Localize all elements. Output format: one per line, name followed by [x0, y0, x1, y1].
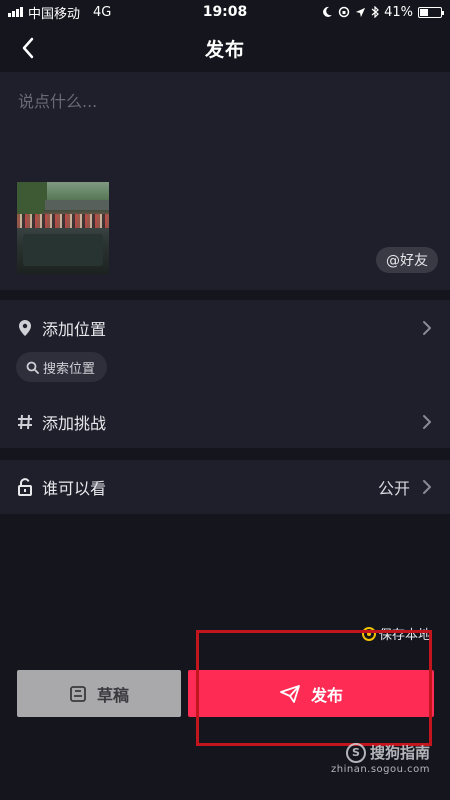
caption-input[interactable]: 说点什么...: [18, 88, 97, 112]
add-challenge-label: 添加挑战: [42, 414, 107, 433]
publish-button[interactable]: 发布: [188, 670, 434, 717]
draft-box-icon: [70, 685, 86, 702]
video-thumbnail[interactable]: [17, 182, 109, 274]
thumbnail-roof: [45, 200, 109, 210]
thumbnail-crowd: [17, 214, 109, 228]
draft-button[interactable]: 草稿: [17, 670, 181, 717]
caption-panel: 说点什么... @好友: [0, 72, 450, 290]
add-location-label: 添加位置: [42, 320, 107, 339]
status-left: 中国移动 4G: [8, 3, 111, 22]
watermark: S 搜狗指南 zhinan.sogou.com: [331, 742, 430, 775]
draft-label: 草稿: [96, 685, 129, 705]
thumbnail-pool: [23, 234, 103, 266]
search-location-label: 搜索位置: [43, 361, 96, 377]
watermark-brand-row: S 搜狗指南: [331, 742, 430, 763]
chevron-right-icon: [423, 321, 431, 335]
page-title: 发布: [204, 38, 245, 61]
watermark-url: zhinan.sogou.com: [330, 764, 430, 775]
signal-icon: [8, 7, 23, 17]
status-right: 41%: [321, 4, 444, 20]
save-local-toggle[interactable]: 保存本地: [362, 624, 431, 643]
network-label: 4G: [93, 4, 112, 20]
battery-percent: 41%: [384, 4, 413, 20]
privacy-panel[interactable]: 谁可以看 公开: [0, 460, 450, 514]
checked-circle-icon: [362, 626, 376, 641]
watermark-brand: 搜狗指南: [369, 744, 430, 762]
location-arrow-icon: [356, 7, 366, 17]
battery-icon: [418, 6, 444, 18]
back-button[interactable]: [14, 34, 42, 62]
header: 发布: [0, 24, 450, 72]
save-local-label: 保存本地: [379, 628, 432, 643]
add-challenge-row[interactable]: 添加挑战: [0, 402, 450, 442]
thumbnail-tree: [17, 182, 47, 218]
location-pin-icon: [16, 319, 34, 337]
privacy-label: 谁可以看: [42, 479, 107, 498]
carrier-label: 中国移动: [28, 6, 81, 22]
battery-level: [420, 8, 429, 16]
publish-label: 发布: [310, 685, 343, 705]
chevron-right-icon: [423, 415, 431, 429]
search-location-chip[interactable]: 搜索位置: [16, 352, 108, 382]
moon-icon: [323, 6, 333, 17]
status-bar: 中国移动 4G 19:08 41%: [0, 0, 450, 24]
add-location-row[interactable]: 添加位置: [0, 308, 450, 348]
rotation-lock-icon: [338, 6, 350, 18]
search-icon: [26, 361, 39, 374]
bluetooth-icon: [371, 6, 379, 18]
chevron-right-icon: [423, 480, 431, 494]
paper-plane-icon: [280, 684, 300, 703]
hashtag-icon: [16, 413, 34, 431]
options-panel: 添加位置 搜索位置 添加挑战: [0, 300, 450, 448]
mention-friends-button[interactable]: @好友: [376, 247, 438, 273]
privacy-value: 公开: [377, 479, 410, 498]
sogou-logo-icon: S: [345, 742, 366, 763]
chevron-left-icon: [22, 37, 34, 59]
unlock-icon: [16, 478, 34, 496]
